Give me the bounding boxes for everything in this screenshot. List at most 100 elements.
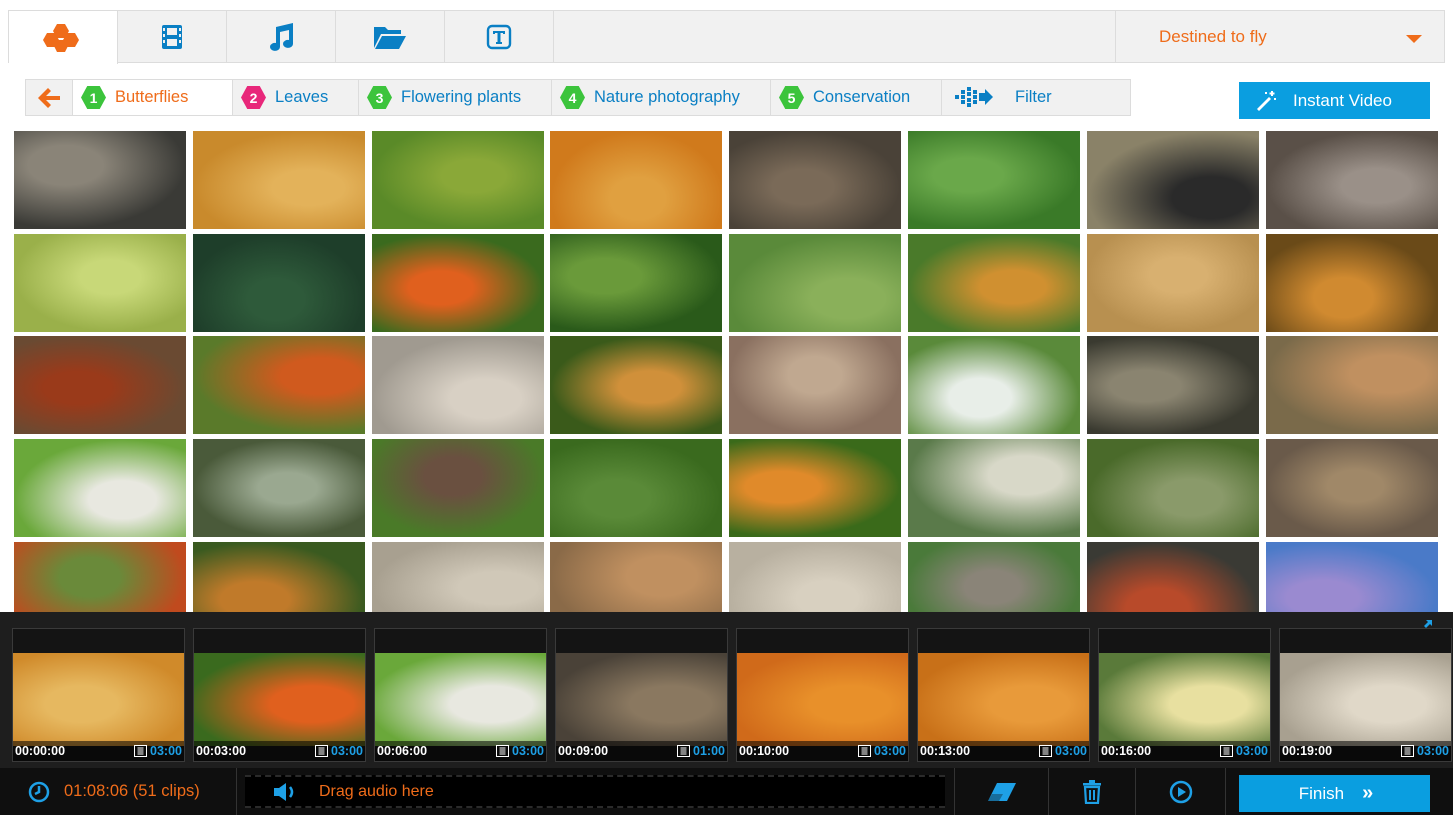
clip-thumbnail[interactable] xyxy=(908,542,1080,612)
clip-thumbnail[interactable] xyxy=(1266,131,1438,229)
clip-thumbnail[interactable] xyxy=(372,234,544,332)
clip-duration: 03:00 xyxy=(858,744,906,758)
audio-drop-zone[interactable]: Drag audio here xyxy=(245,775,945,808)
clip-thumbnail[interactable] xyxy=(908,336,1080,434)
clip-thumbnail[interactable] xyxy=(14,336,186,434)
clip-thumbnail[interactable] xyxy=(14,131,186,229)
clock-icon xyxy=(28,781,50,802)
tab-video[interactable] xyxy=(118,11,227,63)
timeline-clip[interactable]: 00:16:00 03:00 xyxy=(1098,628,1271,762)
clip-start-time: 00:06:00 xyxy=(377,744,428,758)
play-button[interactable] xyxy=(1135,768,1226,815)
instant-video-button[interactable]: Instant Video xyxy=(1239,82,1430,119)
clip-thumbnail[interactable] xyxy=(193,131,365,229)
clip-thumbnail[interactable] xyxy=(550,131,722,229)
category-conservation[interactable]: 5 Conservation xyxy=(771,80,942,115)
clip-thumbnail[interactable] xyxy=(729,234,901,332)
category-number-badge: 4 xyxy=(560,86,585,109)
play-circle-icon xyxy=(1169,780,1192,803)
clip-duration: 03:00 xyxy=(496,744,544,758)
clip-thumbnail[interactable] xyxy=(908,234,1080,332)
clip-thumbnail[interactable] xyxy=(908,131,1080,229)
clip-thumbnail[interactable] xyxy=(550,234,722,332)
instant-video-label: Instant Video xyxy=(1293,90,1392,110)
clip-thumbnail[interactable] xyxy=(372,336,544,434)
timeline-clip-info: 00:00:00 03:00 xyxy=(13,741,184,761)
eraser-button[interactable] xyxy=(954,768,1048,815)
clip-thumbnail[interactable] xyxy=(193,439,365,537)
clip-duration-text: 03:00 xyxy=(874,744,906,758)
timeline-clip-thumbnail xyxy=(918,653,1089,746)
timeline-clip[interactable]: 00:06:00 03:00 xyxy=(374,628,547,762)
clip-thumbnail[interactable] xyxy=(372,131,544,229)
timeline-clip[interactable]: 00:00:00 03:00 xyxy=(12,628,185,762)
clip-thumbnail[interactable] xyxy=(729,439,901,537)
clip-thumbnail[interactable] xyxy=(1266,542,1438,612)
clip-thumbnail[interactable] xyxy=(14,439,186,537)
project-dropdown-value: Destined to fly xyxy=(1159,27,1267,46)
tab-text[interactable] xyxy=(445,11,554,63)
clip-thumbnail[interactable] xyxy=(1087,542,1259,612)
clip-thumbnail[interactable] xyxy=(1266,234,1438,332)
clip-duration-text: 03:00 xyxy=(331,744,363,758)
project-dropdown[interactable]: Destined to fly xyxy=(1116,11,1444,63)
clip-thumbnail[interactable] xyxy=(14,234,186,332)
film-icon xyxy=(496,745,510,757)
timeline-clip-info: 00:06:00 03:00 xyxy=(375,741,546,761)
clip-thumbnail[interactable] xyxy=(550,336,722,434)
timeline-clip-info: 00:03:00 03:00 xyxy=(194,741,365,761)
category-leaves[interactable]: 2 Leaves xyxy=(233,80,359,115)
timeline-clip[interactable]: 00:10:00 03:00 xyxy=(736,628,909,762)
category-number-badge: 5 xyxy=(779,86,804,109)
category-filter-bar: 1 Butterflies 2 Leaves 3 Flowering plant… xyxy=(25,79,1131,116)
clip-thumbnail[interactable] xyxy=(1266,336,1438,434)
category-number-badge: 3 xyxy=(367,86,392,109)
clip-thumbnail[interactable] xyxy=(14,542,186,612)
timeline-clip-thumbnail xyxy=(375,653,546,746)
clip-thumbnail[interactable] xyxy=(193,336,365,434)
clip-duration: 03:00 xyxy=(134,744,182,758)
clip-thumbnail[interactable] xyxy=(372,439,544,537)
clip-library-grid xyxy=(14,131,1438,612)
category-butterflies[interactable]: 1 Butterflies xyxy=(73,80,233,115)
filter-label: Filter xyxy=(1015,88,1052,106)
film-icon xyxy=(677,745,691,757)
back-button[interactable] xyxy=(26,80,73,115)
tab-folder[interactable] xyxy=(336,11,445,63)
clip-thumbnail[interactable] xyxy=(372,542,544,612)
category-label: Butterflies xyxy=(115,88,189,106)
finish-button[interactable]: Finish » xyxy=(1239,775,1430,812)
timeline-clip[interactable]: 00:03:00 03:00 xyxy=(193,628,366,762)
clip-thumbnail[interactable] xyxy=(1087,336,1259,434)
clip-thumbnail[interactable] xyxy=(729,336,901,434)
clip-thumbnail[interactable] xyxy=(1087,439,1259,537)
clip-thumbnail[interactable] xyxy=(193,542,365,612)
top-tab-bar: Destined to fly xyxy=(8,10,1445,64)
timeline-clip[interactable]: 00:13:00 03:00 xyxy=(917,628,1090,762)
clip-thumbnail[interactable] xyxy=(1266,439,1438,537)
timeline-clip[interactable]: 00:09:00 01:00 xyxy=(555,628,728,762)
category-flowering-plants[interactable]: 3 Flowering plants xyxy=(359,80,552,115)
clip-thumbnail[interactable] xyxy=(550,439,722,537)
filter-button[interactable]: Filter xyxy=(942,80,1052,115)
tab-effects[interactable] xyxy=(9,11,118,64)
category-number-badge: 2 xyxy=(241,86,266,109)
timeline-clip-info: 00:16:00 03:00 xyxy=(1099,741,1270,761)
text-box-icon xyxy=(486,24,512,50)
clip-thumbnail[interactable] xyxy=(729,542,901,612)
clip-thumbnail[interactable] xyxy=(193,234,365,332)
clip-thumbnail[interactable] xyxy=(729,131,901,229)
trash-icon xyxy=(1083,779,1101,804)
category-nature-photography[interactable]: 4 Nature photography xyxy=(552,80,771,115)
clip-duration-text: 01:00 xyxy=(693,744,725,758)
clip-duration-text: 03:00 xyxy=(1236,744,1268,758)
clip-thumbnail[interactable] xyxy=(1087,234,1259,332)
clip-start-time: 00:13:00 xyxy=(920,744,971,758)
timeline-clip[interactable]: 00:19:00 03:00 xyxy=(1279,628,1452,762)
tab-music[interactable] xyxy=(227,11,336,63)
timeline-clip-thumbnail xyxy=(194,653,365,746)
clip-thumbnail[interactable] xyxy=(1087,131,1259,229)
clip-thumbnail[interactable] xyxy=(550,542,722,612)
clip-thumbnail[interactable] xyxy=(908,439,1080,537)
delete-button[interactable] xyxy=(1048,768,1135,815)
